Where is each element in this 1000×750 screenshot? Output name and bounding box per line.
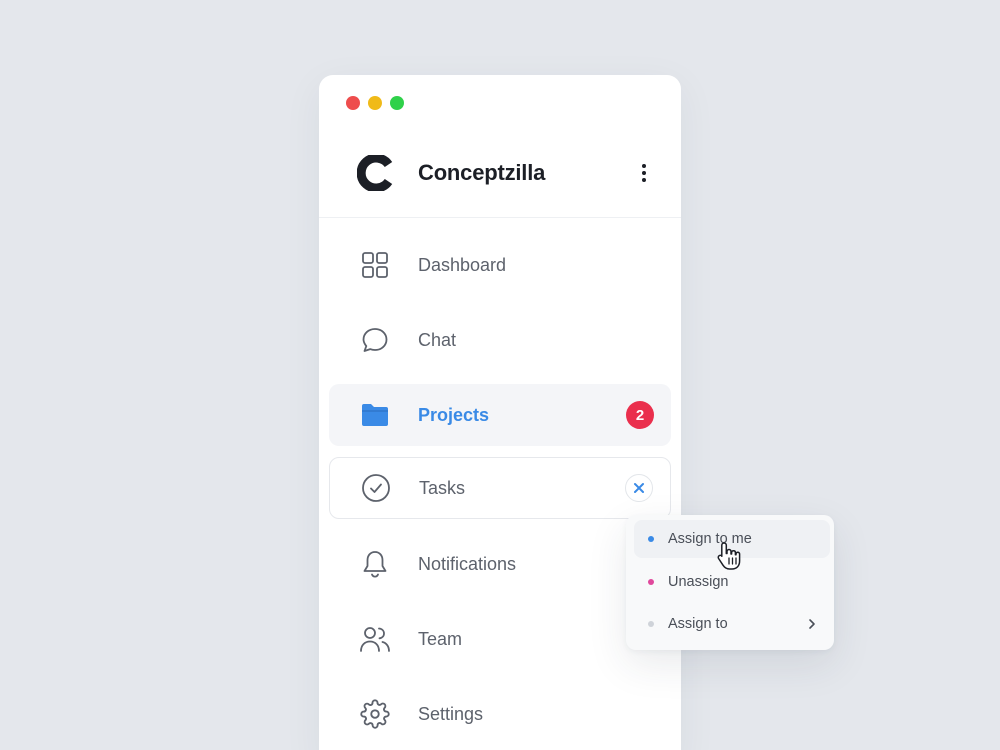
menu-item-unassign[interactable]: Unassign	[634, 563, 830, 601]
users-icon	[359, 623, 391, 655]
nav-item-settings[interactable]: Settings	[329, 683, 671, 745]
nav-label: Team	[418, 628, 463, 649]
notification-badge: 2	[626, 401, 654, 429]
gear-icon	[359, 698, 391, 730]
chevron-right-icon	[809, 619, 815, 629]
context-menu: Assign to me Unassign Assign to	[626, 515, 834, 650]
nav-label: Settings	[418, 703, 484, 724]
status-dot	[648, 621, 654, 627]
app-window: Conceptzilla Dashboard Chat Projects 2 T…	[319, 75, 681, 750]
nav-label: Notifications	[418, 553, 517, 574]
menu-item-label: Assign to me	[668, 531, 752, 547]
nav-item-chat[interactable]: Chat	[329, 309, 671, 371]
bell-icon	[359, 548, 391, 580]
status-dot	[648, 579, 654, 585]
folder-icon	[359, 399, 391, 431]
nav-item-notifications[interactable]: Notifications	[329, 533, 671, 595]
nav-label: Tasks	[419, 477, 466, 498]
nav-label: Dashboard	[418, 254, 507, 275]
menu-item-label: Unassign	[668, 574, 729, 590]
nav-label: Chat	[418, 329, 457, 350]
menu-item-assign-to-me[interactable]: Assign to me	[634, 520, 830, 558]
close-icon[interactable]	[625, 474, 653, 502]
check-circle-icon	[360, 472, 392, 504]
menu-item-label: Assign to	[668, 616, 728, 632]
grid-icon	[359, 249, 391, 281]
more-options-icon[interactable]	[637, 161, 651, 185]
chat-bubble-icon	[359, 324, 391, 356]
nav-item-projects[interactable]: Projects 2	[329, 384, 671, 446]
minimize-window-button[interactable]	[368, 96, 382, 110]
maximize-window-button[interactable]	[390, 96, 404, 110]
app-name: Conceptzilla	[418, 160, 546, 185]
header-divider	[319, 217, 681, 218]
logo-icon	[357, 155, 393, 191]
nav-item-dashboard[interactable]: Dashboard	[329, 234, 671, 296]
nav-label: Projects	[418, 404, 490, 425]
status-dot	[648, 536, 654, 542]
nav-item-team[interactable]: Team	[329, 608, 671, 670]
window-controls	[346, 96, 404, 110]
nav-item-tasks[interactable]: Tasks	[329, 457, 671, 519]
menu-item-assign-to[interactable]: Assign to	[634, 605, 830, 643]
brand-header: Conceptzilla	[357, 153, 651, 193]
close-window-button[interactable]	[346, 96, 360, 110]
